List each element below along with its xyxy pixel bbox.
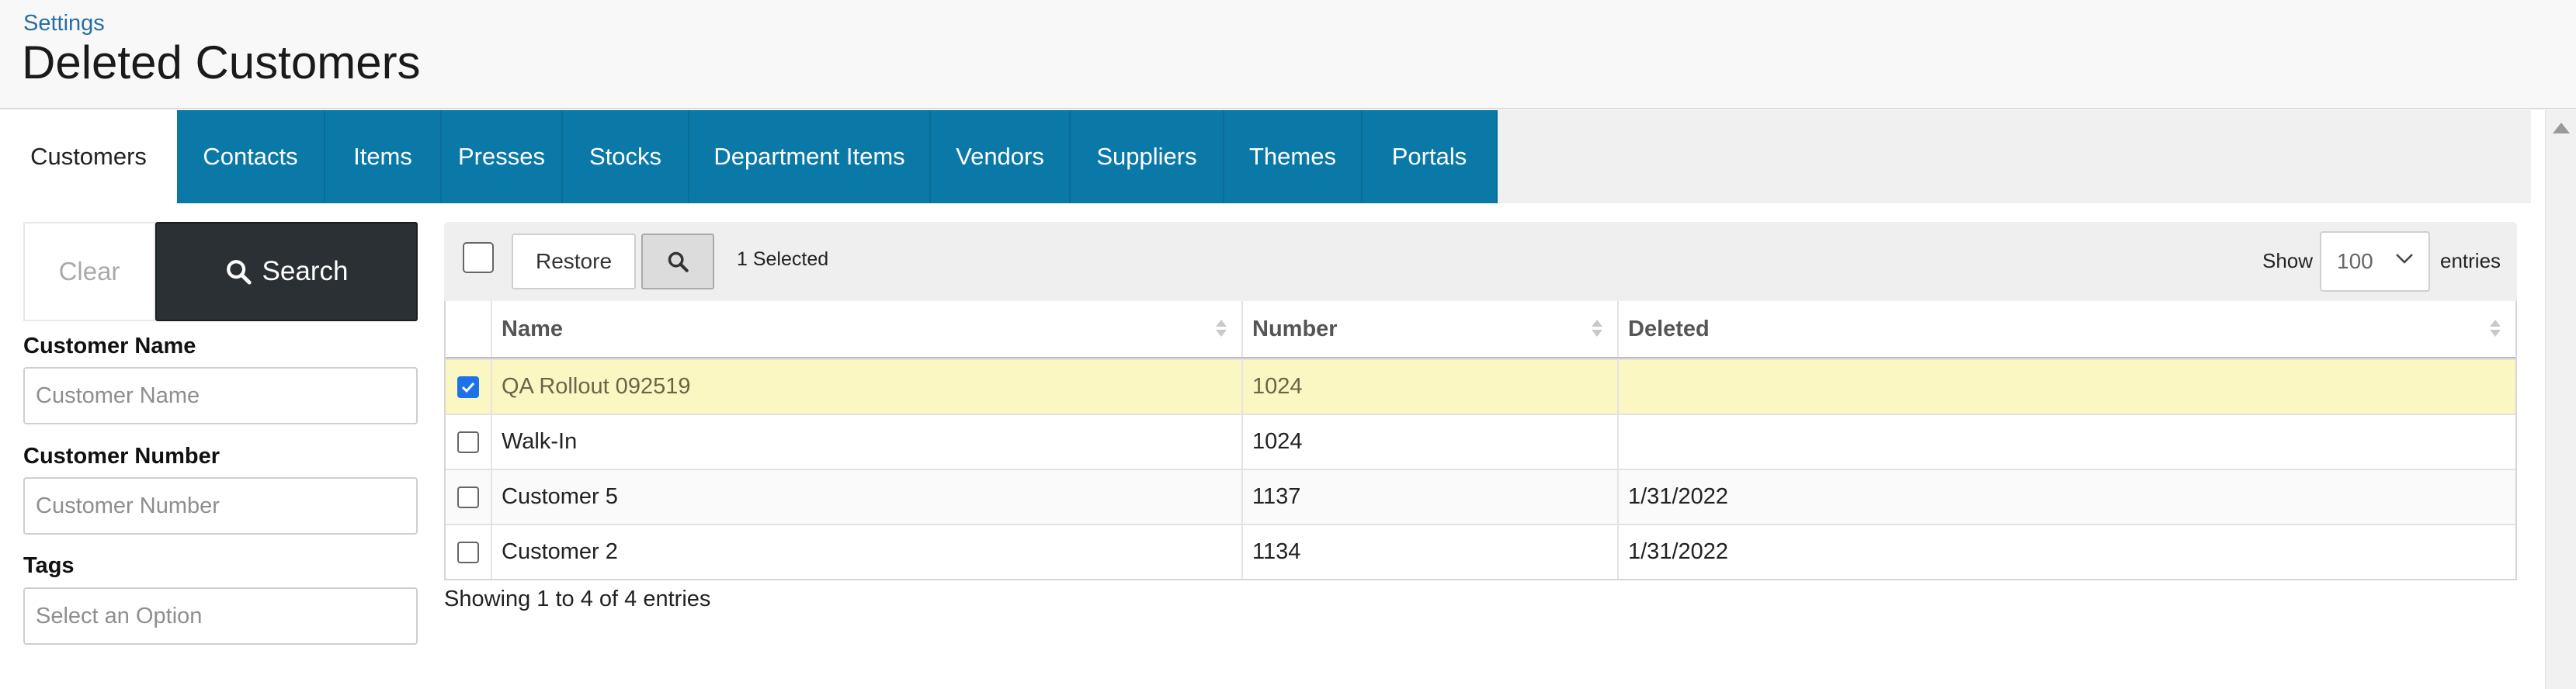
tab-vendors[interactable]: Vendors: [931, 110, 1071, 203]
table-toolbar: Restore 1 Selected Show 100 entries: [444, 222, 2517, 301]
table-row[interactable]: Customer 5 1137 1/31/2022: [446, 469, 2515, 524]
selected-count: 1 Selected: [737, 248, 829, 270]
breadcrumb-settings[interactable]: Settings: [23, 11, 105, 36]
header-checkbox-cell: [446, 301, 492, 357]
tags-select[interactable]: Select an Option: [23, 587, 418, 645]
customer-name-label: Customer Name: [23, 334, 196, 358]
column-header-deleted[interactable]: Deleted: [1619, 301, 2515, 357]
chevron-down-icon: [2396, 254, 2413, 264]
column-header-number-label: Number: [1252, 316, 1338, 341]
customer-number-input[interactable]: [23, 477, 418, 535]
column-header-name-label: Name: [502, 316, 563, 341]
tags-select-placeholder: Select an Option: [36, 603, 203, 628]
restore-button[interactable]: Restore: [512, 234, 636, 289]
cell-number: 1024: [1243, 360, 1619, 414]
tab-items[interactable]: Items: [325, 110, 442, 203]
row-checkbox-cell: [446, 525, 492, 579]
column-header-name[interactable]: Name: [492, 301, 1243, 357]
table-header-row: Name Number Deleted: [446, 301, 2515, 358]
page-title: Deleted Customers: [22, 36, 421, 88]
cell-name: Customer 5: [492, 470, 1243, 524]
search-icon: [668, 251, 689, 272]
cell-number: 1134: [1243, 525, 1619, 579]
tab-customers[interactable]: Customers: [0, 110, 177, 203]
page-size-value: 100: [2337, 249, 2373, 273]
table-row[interactable]: Customer 2 1134 1/31/2022: [446, 524, 2515, 579]
tab-bar: Customers Contacts Items Presses Stocks …: [0, 110, 2531, 203]
tab-contacts[interactable]: Contacts: [177, 110, 325, 203]
checkmark-icon: [461, 382, 475, 393]
sort-icon[interactable]: [2489, 320, 2501, 338]
clear-button[interactable]: Clear: [23, 222, 155, 321]
column-header-deleted-label: Deleted: [1628, 316, 1710, 341]
tab-presses[interactable]: Presses: [442, 110, 563, 203]
row-checkbox[interactable]: [457, 541, 479, 563]
tab-themes[interactable]: Themes: [1224, 110, 1363, 203]
sort-icon[interactable]: [1591, 320, 1602, 338]
page-header: Settings Deleted Customers: [0, 0, 2576, 109]
select-all-checkbox[interactable]: [463, 242, 494, 273]
page-size-select[interactable]: 100: [2320, 231, 2430, 292]
cell-deleted: [1619, 415, 2515, 469]
cell-name: Walk-In: [492, 415, 1243, 469]
scroll-up-arrow-icon[interactable]: [2553, 123, 2570, 133]
show-label: Show: [2262, 249, 2314, 272]
table-search-button[interactable]: [641, 234, 714, 289]
cell-name: Customer 2: [492, 525, 1243, 579]
tab-portals[interactable]: Portals: [1363, 110, 1498, 203]
row-checkbox[interactable]: [457, 486, 479, 508]
table-row[interactable]: QA Rollout 092519 1024: [446, 358, 2515, 414]
search-icon: [226, 260, 252, 285]
tab-stocks[interactable]: Stocks: [563, 110, 689, 203]
search-button[interactable]: Search: [155, 222, 418, 321]
row-checkbox-cell: [446, 360, 492, 414]
row-checkbox-cell: [446, 415, 492, 469]
tab-suppliers[interactable]: Suppliers: [1071, 110, 1224, 203]
search-button-label: Search: [262, 256, 349, 286]
cell-deleted: [1619, 360, 2515, 414]
entries-label: entries: [2440, 249, 2501, 272]
cell-number: 1137: [1243, 470, 1619, 524]
sort-icon[interactable]: [1215, 320, 1227, 338]
cell-deleted: 1/31/2022: [1628, 539, 1729, 564]
customer-number-label: Customer Number: [23, 444, 220, 469]
cell-deleted: 1/31/2022: [1628, 484, 1729, 509]
cell-number: 1024: [1243, 415, 1619, 469]
column-header-number[interactable]: Number: [1243, 301, 1619, 357]
tags-label: Tags: [23, 553, 75, 578]
deleted-customers-table: Name Number Deleted QA Rollout 092519 10…: [444, 301, 2517, 580]
table-row[interactable]: Walk-In 1024: [446, 414, 2515, 469]
row-checkbox[interactable]: [457, 376, 479, 398]
table-info-text: Showing 1 to 4 of 4 entries: [444, 587, 711, 611]
tab-department-items[interactable]: Department Items: [689, 110, 931, 203]
customer-name-input[interactable]: [23, 367, 418, 424]
row-checkbox-cell: [446, 470, 492, 524]
cell-name: QA Rollout 092519: [492, 360, 1243, 414]
vertical-scrollbar[interactable]: [2545, 110, 2576, 689]
row-checkbox[interactable]: [457, 431, 479, 453]
